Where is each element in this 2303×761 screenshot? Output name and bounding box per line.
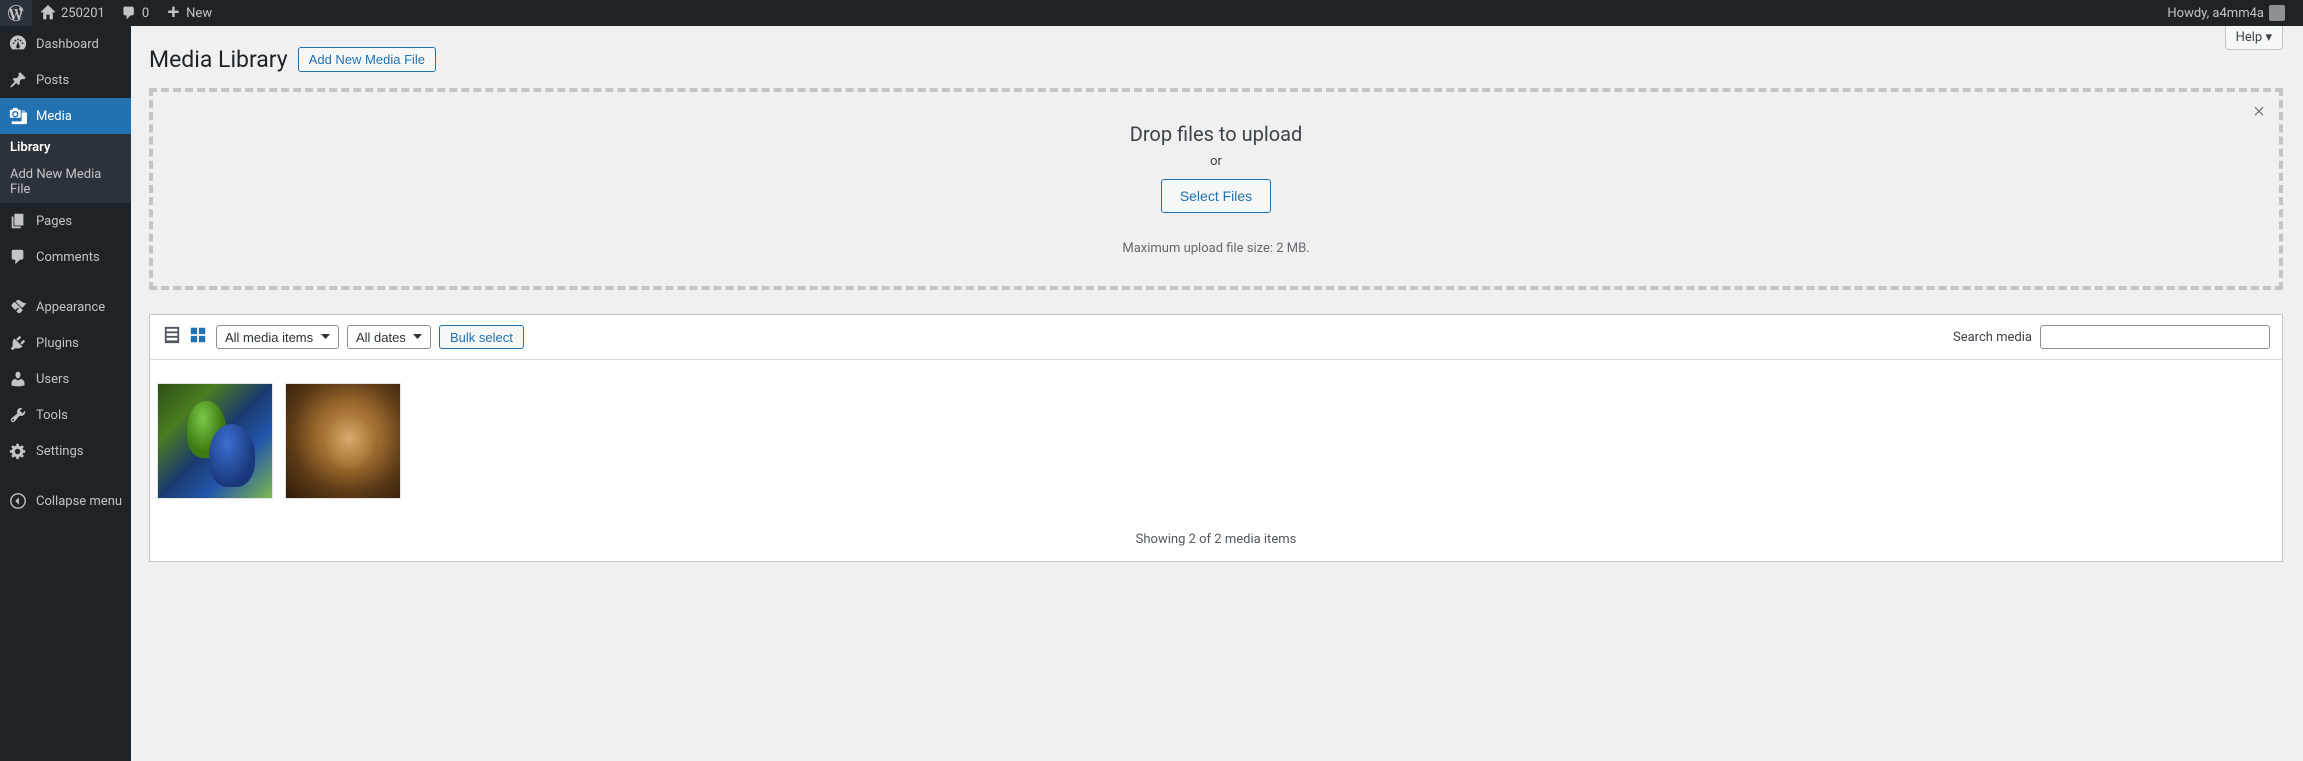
menu-label: Posts: [36, 73, 69, 88]
submenu-library[interactable]: Library: [0, 134, 131, 161]
users-icon: [8, 369, 28, 389]
new-label: New: [186, 6, 212, 21]
media-thumbnail: [158, 384, 272, 498]
comment-icon: [8, 247, 28, 267]
media-item[interactable]: [286, 384, 400, 498]
new-content-link[interactable]: New: [157, 0, 220, 26]
close-uploader-button[interactable]: [2251, 104, 2267, 124]
menu-dashboard[interactable]: Dashboard: [0, 26, 131, 62]
menu-appearance[interactable]: Appearance: [0, 289, 131, 325]
media-grid: [150, 360, 2282, 518]
menu-label: Pages: [36, 214, 72, 229]
collapse-icon: [8, 491, 28, 511]
site-name: 250201: [61, 6, 105, 21]
pages-icon: [8, 211, 28, 231]
menu-label: Comments: [36, 250, 100, 265]
wp-logo[interactable]: [0, 0, 32, 26]
menu-media[interactable]: Media: [0, 98, 131, 134]
collapse-menu[interactable]: Collapse menu: [0, 483, 131, 519]
submenu-add-new[interactable]: Add New Media File: [0, 161, 131, 203]
comments-count: 0: [142, 6, 149, 21]
plus-icon: [165, 5, 181, 21]
filter-date[interactable]: All dates: [347, 325, 431, 349]
page-title: Media Library: [149, 46, 288, 73]
pin-icon: [8, 70, 28, 90]
help-label: Help: [2236, 30, 2263, 45]
comments-icon: [121, 5, 137, 21]
media-count-footer: Showing 2 of 2 media items: [150, 518, 2282, 561]
avatar-icon: [2269, 5, 2285, 21]
menu-plugins[interactable]: Plugins: [0, 325, 131, 361]
menu-label: Appearance: [36, 300, 105, 315]
comments-link[interactable]: 0: [113, 0, 157, 26]
menu-label: Dashboard: [36, 37, 99, 52]
appearance-icon: [8, 297, 28, 317]
help-tab[interactable]: Help ▾: [2225, 26, 2283, 50]
site-name-link[interactable]: 250201: [32, 0, 113, 26]
view-grid-button[interactable]: [188, 327, 208, 347]
bulk-select-button[interactable]: Bulk select: [439, 325, 524, 349]
home-icon: [40, 5, 56, 21]
search-label: Search media: [1953, 330, 2032, 345]
search-media-input[interactable]: [2040, 325, 2270, 349]
menu-label: Tools: [36, 408, 68, 423]
upload-or: or: [173, 154, 2259, 169]
wordpress-icon: [8, 5, 24, 21]
grid-icon: [189, 326, 207, 348]
list-icon: [163, 326, 181, 348]
media-item[interactable]: [158, 384, 272, 498]
settings-icon: [8, 441, 28, 461]
menu-tools[interactable]: Tools: [0, 397, 131, 433]
menu-settings[interactable]: Settings: [0, 433, 131, 469]
filter-media-type[interactable]: All media items: [216, 325, 339, 349]
admin-menu: Dashboard Posts Media Library Add New Me…: [0, 26, 131, 761]
menu-posts[interactable]: Posts: [0, 62, 131, 98]
close-icon: [2251, 105, 2267, 124]
my-account[interactable]: Howdy, a4mm4a: [2159, 0, 2293, 26]
upload-size-hint: Maximum upload file size: 2 MB.: [173, 241, 2259, 256]
menu-label: Settings: [36, 444, 83, 459]
menu-label: Plugins: [36, 336, 79, 351]
media-icon: [8, 106, 28, 126]
media-thumbnail: [286, 384, 400, 498]
menu-label: Collapse menu: [36, 494, 122, 509]
upload-dropzone[interactable]: Drop files to upload or Select Files Max…: [149, 88, 2283, 290]
upload-instructions: Drop files to upload: [173, 122, 2259, 146]
menu-users[interactable]: Users: [0, 361, 131, 397]
tools-icon: [8, 405, 28, 425]
menu-label: Media: [36, 109, 72, 124]
dashboard-icon: [8, 34, 28, 54]
chevron-down-icon: ▾: [2265, 30, 2272, 45]
add-new-media-button[interactable]: Add New Media File: [298, 47, 436, 72]
plugins-icon: [8, 333, 28, 353]
view-list-button[interactable]: [162, 327, 182, 347]
select-files-button[interactable]: Select Files: [1161, 179, 1271, 213]
howdy-text: Howdy, a4mm4a: [2167, 6, 2264, 21]
menu-comments[interactable]: Comments: [0, 239, 131, 275]
menu-label: Users: [36, 372, 69, 387]
menu-pages[interactable]: Pages: [0, 203, 131, 239]
